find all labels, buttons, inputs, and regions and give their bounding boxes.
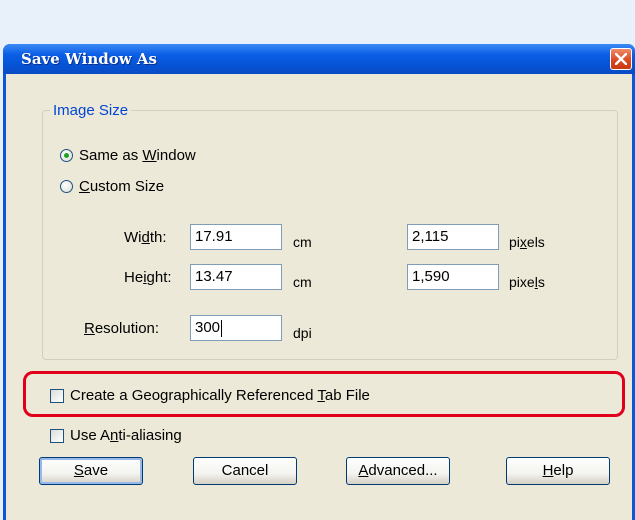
height-pixels-unit: pixels: [509, 274, 545, 290]
window-title: Save Window As: [21, 50, 157, 68]
text-caret: [221, 319, 223, 337]
close-button[interactable]: [610, 48, 632, 70]
save-button[interactable]: Save: [39, 457, 143, 485]
cancel-button[interactable]: Cancel: [193, 457, 297, 485]
title-bar[interactable]: Save Window As: [3, 44, 635, 74]
highlight-outline: [23, 371, 625, 417]
resolution-input[interactable]: 300: [190, 315, 282, 341]
anti-aliasing-checkbox[interactable]: [50, 428, 64, 443]
custom-size-label: Custom Size: [79, 178, 165, 195]
width-pixels-input[interactable]: 2,115: [407, 224, 499, 250]
height-label: Height:: [124, 269, 172, 286]
dialog-body: Image Size Same as Window Custom Size Wi…: [6, 74, 632, 520]
save-window-dialog: Save Window As Image Size Same as Window…: [3, 44, 635, 520]
width-label: Width:: [124, 229, 167, 246]
anti-aliasing-label: Use Anti-aliasing: [70, 427, 182, 444]
width-cm-unit: cm: [293, 234, 312, 250]
anti-aliasing-option[interactable]: Use Anti-aliasing: [50, 427, 182, 444]
height-cm-unit: cm: [293, 274, 312, 290]
image-size-group-title: Image Size: [50, 102, 132, 119]
same-as-window-radio[interactable]: [60, 149, 73, 162]
custom-size-option[interactable]: Custom Size: [60, 178, 164, 195]
width-pixels-unit: pixels: [509, 234, 545, 250]
width-cm-input[interactable]: 17.91: [190, 224, 282, 250]
close-icon: [615, 53, 627, 65]
resolution-unit: dpi: [293, 325, 312, 341]
help-button[interactable]: Help: [506, 457, 610, 485]
same-as-window-label: Same as Window: [79, 147, 196, 164]
same-as-window-option[interactable]: Same as Window: [60, 147, 196, 164]
advanced-button[interactable]: Advanced...: [346, 457, 450, 485]
height-pixels-input[interactable]: 1,590: [407, 264, 499, 290]
custom-size-radio[interactable]: [60, 180, 73, 193]
resolution-label: Resolution:: [84, 320, 160, 337]
height-cm-input[interactable]: 13.47: [190, 264, 282, 290]
